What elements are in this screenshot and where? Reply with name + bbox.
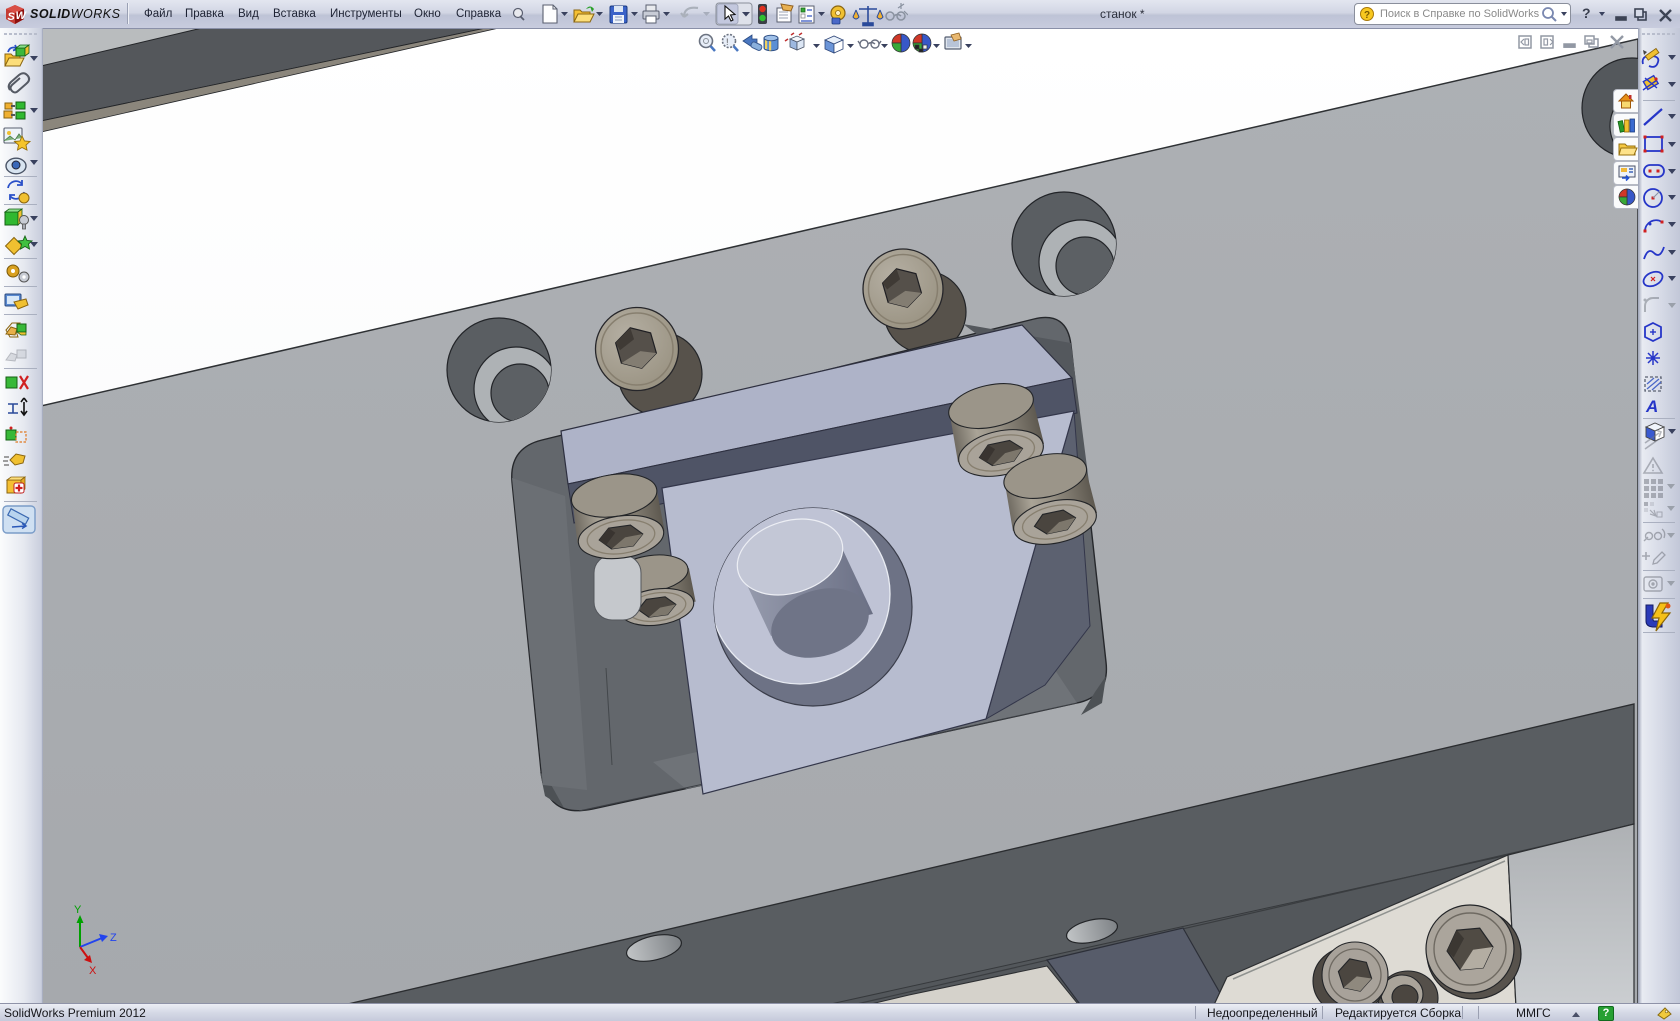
svg-text:W: W xyxy=(16,10,28,22)
svg-text:!: ! xyxy=(726,37,729,47)
svg-text:?: ? xyxy=(1364,10,1370,21)
svg-text:A: A xyxy=(1645,397,1658,416)
svg-text:Y: Y xyxy=(74,904,82,916)
svg-text:X: X xyxy=(89,965,97,977)
svg-text:Z: Z xyxy=(110,932,117,944)
svg-text:S: S xyxy=(8,11,16,23)
